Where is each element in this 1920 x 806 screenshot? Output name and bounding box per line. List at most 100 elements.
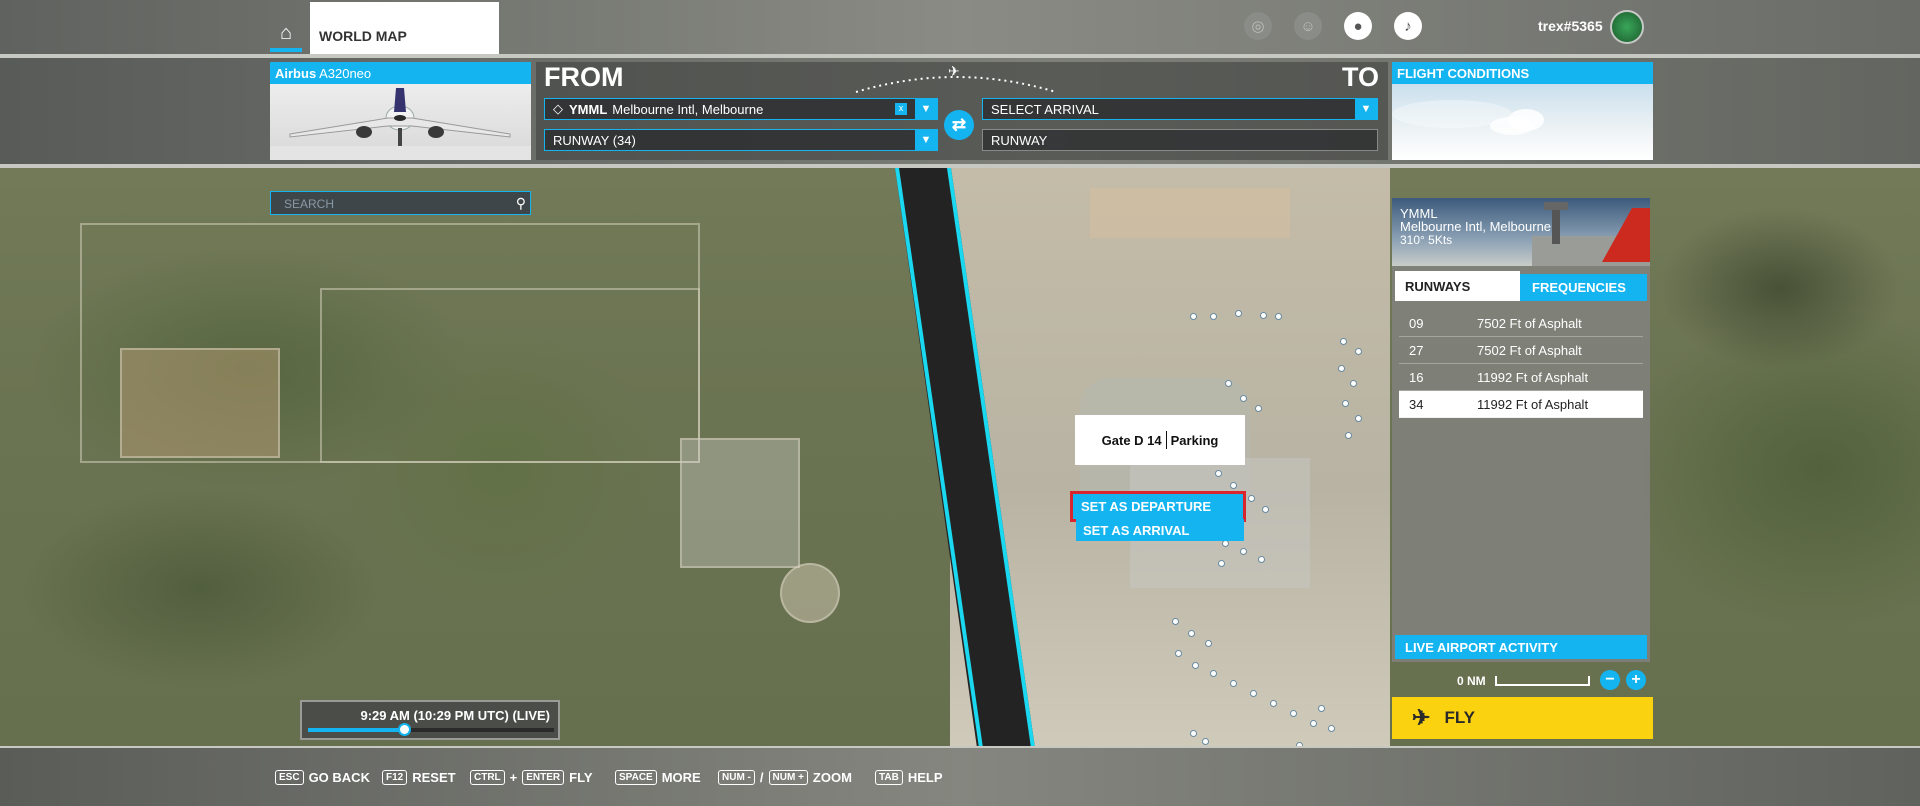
- runway-row-09[interactable]: 09 7502 Ft of Asphalt: [1399, 310, 1643, 337]
- chevron-down-icon[interactable]: ▼: [1355, 99, 1377, 119]
- aircraft-image: [270, 88, 531, 160]
- departure-code: YMML: [569, 101, 608, 117]
- tab-runways[interactable]: RUNWAYS: [1395, 271, 1520, 301]
- search-input[interactable]: SEARCH ⚲: [270, 191, 531, 215]
- parking-spot[interactable]: [1225, 380, 1232, 387]
- help-more[interactable]: SPACE MORE: [615, 770, 701, 785]
- parking-spot[interactable]: [1188, 630, 1195, 637]
- parking-spot[interactable]: [1175, 650, 1182, 657]
- swap-icon[interactable]: ⇄: [944, 110, 974, 140]
- scale-label: 0 NM: [1457, 674, 1486, 688]
- runway-id: 09: [1409, 315, 1424, 331]
- building-block: [680, 438, 800, 568]
- parking-spot[interactable]: [1215, 470, 1222, 477]
- parking-spot[interactable]: [1260, 312, 1267, 319]
- runway-desc: 11992 Ft of Asphalt: [1477, 396, 1589, 412]
- slash-sign: /: [759, 770, 764, 785]
- parking-spot[interactable]: [1350, 380, 1357, 387]
- aircraft-make: Airbus: [275, 66, 317, 81]
- runway-row-27[interactable]: 27 7502 Ft of Asphalt: [1399, 337, 1643, 364]
- time-slider[interactable]: [308, 723, 554, 736]
- parking-spot[interactable]: [1240, 548, 1247, 555]
- world-map-tab[interactable]: WORLD MAP: [310, 2, 499, 54]
- world-map-screen: ⌂ WORLD MAP ◎ ☺ ● ♪ trex#5365 Airbus A32…: [0, 0, 1920, 806]
- profile-icon[interactable]: ●: [1344, 12, 1372, 40]
- search-icon[interactable]: ⚲: [516, 195, 526, 212]
- parking-spot[interactable]: [1230, 482, 1237, 489]
- clear-departure-button[interactable]: x: [895, 103, 907, 115]
- friends-icon[interactable]: ☺: [1294, 12, 1322, 40]
- airport-name: Melbourne Intl, Melbourne: [1400, 219, 1552, 234]
- aircraft-header: Airbus A320neo: [270, 62, 531, 84]
- flight-conditions-panel[interactable]: FLIGHT CONDITIONS: [1392, 62, 1653, 160]
- dirt-lot: [120, 348, 280, 458]
- parking-spot[interactable]: [1290, 710, 1297, 717]
- parking-spot[interactable]: [1240, 395, 1247, 402]
- home-icon[interactable]: ⌂: [270, 18, 302, 48]
- activity-icon[interactable]: ◎: [1244, 12, 1272, 40]
- flight-conditions-header: FLIGHT CONDITIONS: [1392, 62, 1653, 84]
- parking-spot[interactable]: [1190, 730, 1197, 737]
- parking-spot[interactable]: [1248, 495, 1255, 502]
- fly-button[interactable]: ✈ FLY: [1392, 697, 1653, 739]
- parking-spot[interactable]: [1172, 618, 1179, 625]
- zoom-in-button[interactable]: +: [1626, 670, 1646, 690]
- help-zoom[interactable]: NUM - / NUM + ZOOM: [718, 770, 852, 785]
- help-label: HELP: [907, 770, 943, 785]
- parking-spot[interactable]: [1255, 405, 1262, 412]
- parking-spot[interactable]: [1275, 313, 1282, 320]
- departure-runway-select[interactable]: RUNWAY (34) ▼: [544, 129, 938, 151]
- parking-spot[interactable]: [1338, 365, 1345, 372]
- key-enter: ENTER: [522, 770, 565, 785]
- to-label: TO: [1342, 62, 1380, 92]
- parking-spot[interactable]: [1192, 662, 1199, 669]
- tab-frequencies[interactable]: FREQUENCIES: [1520, 274, 1647, 301]
- parking-spot[interactable]: [1218, 560, 1225, 567]
- parking-spot[interactable]: [1355, 348, 1362, 355]
- notifications-icon[interactable]: ♪: [1394, 12, 1422, 40]
- parking-spot[interactable]: [1340, 338, 1347, 345]
- departure-field[interactable]: ◇ YMML Melbourne Intl, Melbourne x ▼: [544, 98, 938, 120]
- zoom-out-button[interactable]: −: [1600, 670, 1620, 690]
- chevron-down-icon[interactable]: ▼: [915, 130, 937, 150]
- parking-spot[interactable]: [1310, 720, 1317, 727]
- parking-spot[interactable]: [1270, 700, 1277, 707]
- parking-spot[interactable]: [1250, 690, 1257, 697]
- location-pin-icon: ◇: [553, 101, 563, 116]
- parking-spot[interactable]: [1190, 313, 1197, 320]
- parking-spot[interactable]: [1258, 556, 1265, 563]
- set-as-departure-button[interactable]: SET AS DEPARTURE: [1070, 491, 1246, 522]
- time-label: 9:29 AM (10:29 PM UTC) (LIVE): [360, 708, 551, 723]
- parking-spot[interactable]: [1210, 670, 1217, 677]
- parking-spot[interactable]: [1230, 680, 1237, 687]
- parking-spot[interactable]: [1205, 640, 1212, 647]
- help-reset[interactable]: F12 RESET: [382, 770, 456, 785]
- parking-spot[interactable]: [1328, 725, 1335, 732]
- help-help[interactable]: TAB HELP: [875, 770, 942, 785]
- runway-row-34[interactable]: 34 11992 Ft of Asphalt: [1399, 391, 1643, 418]
- parking-spot[interactable]: [1222, 540, 1229, 547]
- parking-spot[interactable]: [1202, 738, 1209, 745]
- parking-spot[interactable]: [1235, 310, 1242, 317]
- from-label: FROM: [544, 62, 624, 92]
- parking-spot[interactable]: [1262, 506, 1269, 513]
- avatar[interactable]: [1610, 10, 1644, 44]
- parking-spot[interactable]: [1342, 400, 1349, 407]
- aircraft-panel[interactable]: Airbus A320neo: [270, 62, 531, 160]
- parking-spot[interactable]: [1355, 415, 1362, 422]
- chevron-down-icon[interactable]: ▼: [915, 99, 937, 119]
- parking-spot[interactable]: [1318, 705, 1325, 712]
- runway-row-16[interactable]: 16 11992 Ft of Asphalt: [1399, 364, 1643, 391]
- home-tab-underline: [270, 48, 302, 52]
- parking-spot[interactable]: [1345, 432, 1352, 439]
- runway-id: 34: [1409, 396, 1424, 412]
- arrival-runway-field[interactable]: RUNWAY: [982, 129, 1378, 151]
- help-go-back[interactable]: ESC GO BACK: [275, 770, 370, 785]
- time-slider-thumb[interactable]: [397, 723, 411, 736]
- help-fly[interactable]: CTRL + ENTER FLY: [470, 770, 593, 785]
- parking-spot[interactable]: [1210, 313, 1217, 320]
- live-airport-activity-button[interactable]: LIVE AIRPORT ACTIVITY: [1395, 635, 1647, 659]
- arrival-field[interactable]: SELECT ARRIVAL ▼: [982, 98, 1378, 120]
- text-cursor: [1165, 431, 1167, 449]
- set-as-arrival-button[interactable]: SET AS ARRIVAL: [1076, 519, 1244, 541]
